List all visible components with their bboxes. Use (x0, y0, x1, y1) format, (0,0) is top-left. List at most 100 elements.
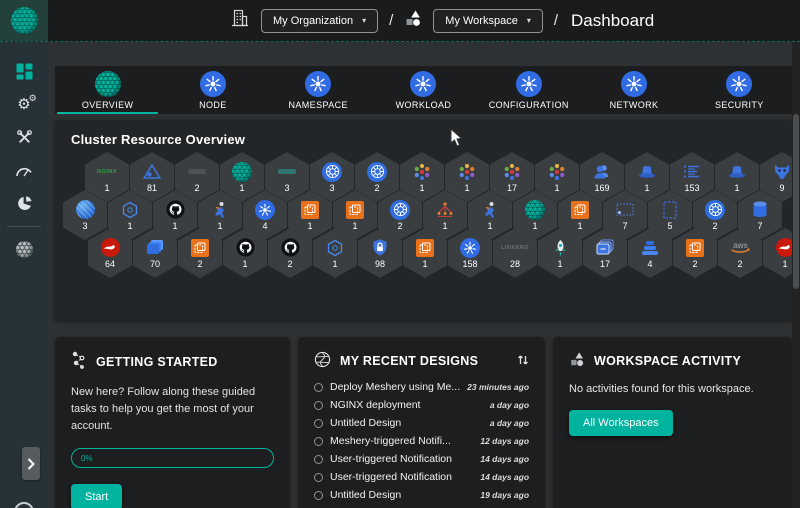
resource-count: 64 (105, 260, 115, 269)
resource-count: 2 (397, 222, 402, 231)
vertical-scrollbar (792, 42, 800, 508)
design-item[interactable]: Deploy Meshery using Me...23 minutes ago (314, 378, 529, 396)
resource-count: 2 (374, 184, 379, 193)
sidebar-item-performance[interactable] (0, 154, 48, 187)
help-icon[interactable]: ? (14, 502, 34, 508)
resource-count: 3 (284, 184, 289, 193)
workspace-activity-empty-message: No activities found for this workspace. (569, 383, 776, 395)
resource-count: 17 (507, 184, 517, 193)
breadcrumb-separator: / (389, 12, 393, 29)
blue-triangle-icon (143, 161, 161, 182)
workspace-dropdown[interactable]: My Workspace ▾ (433, 9, 543, 33)
card-title: GETTING STARTED (96, 355, 218, 369)
kubernetes-icon (305, 71, 331, 97)
design-item[interactable]: Untitled Design19 days ago (314, 486, 529, 504)
resource-count: 2 (287, 260, 292, 269)
design-item[interactable]: User-triggered Notification14 days ago (314, 468, 529, 486)
resource-count: 1 (172, 222, 177, 231)
cluster-resource-panel: Cluster Resource Overview NGINX181213321… (55, 120, 792, 321)
design-name: User-triggered Notification (330, 453, 473, 465)
github-icon (236, 237, 255, 258)
tab-node[interactable]: NODE (160, 66, 265, 114)
resource-count: 169 (594, 184, 609, 193)
resource-count: 1 (532, 222, 537, 231)
resource-count: 70 (150, 260, 160, 269)
page-title: Dashboard (571, 11, 654, 31)
meshery-logo[interactable] (0, 0, 48, 41)
start-button[interactable]: Start (71, 484, 122, 508)
left-sidebar: ⚙⚙ ? (0, 42, 48, 508)
helm-icon (322, 161, 342, 182)
helm-icon (367, 161, 387, 182)
sidebar-item-catalog[interactable] (0, 233, 48, 266)
design-item[interactable]: Untitled Designa day ago (314, 414, 529, 432)
workspace-activity-header: WORKSPACE ACTIVITY (569, 351, 776, 370)
sort-icon[interactable] (517, 354, 529, 369)
tab-network[interactable]: NETWORK (581, 66, 686, 114)
resource-count: 2 (692, 260, 697, 269)
resource-count: 7 (757, 222, 762, 231)
linkerd-wordmark-icon: LINKERD (501, 237, 529, 258)
hat-icon (638, 161, 656, 182)
design-time: 19 days ago (480, 490, 529, 500)
tab-overview[interactable]: OVERVIEW (55, 66, 160, 114)
resource-count: 1 (557, 260, 562, 269)
sidebar-item-configuration[interactable] (0, 121, 48, 154)
resource-count: 5 (667, 222, 672, 231)
resource-honeycomb: NGINX18121332111711691153193111411211117… (55, 152, 792, 266)
resource-count: 2 (737, 260, 742, 269)
meshery-icon (95, 71, 121, 97)
helm-icon (390, 199, 410, 220)
design-item[interactable]: NGINX deploymenta day ago (314, 396, 529, 414)
design-bullet-icon (314, 419, 323, 428)
organization-dropdown[interactable]: My Organization ▾ (261, 9, 378, 33)
tab-namespace[interactable]: NAMESPACE (266, 66, 371, 114)
sidebar-divider (7, 226, 41, 227)
workspace-icon (404, 9, 422, 32)
sidebar-expand-button[interactable] (22, 447, 40, 480)
meshery-logo-icon (11, 7, 38, 34)
tab-label: NAMESPACE (288, 100, 347, 110)
design-bullet-icon (314, 383, 323, 392)
design-name: NGINX deployment (330, 399, 483, 411)
sidebar-item-dashboard[interactable] (0, 55, 48, 88)
sidebar-item-lifecycle[interactable]: ⚙⚙ (0, 88, 48, 121)
getting-started-header: GETTING STARTED (71, 351, 274, 372)
redhat-icon (776, 237, 793, 258)
resource-count: 81 (147, 184, 157, 193)
resource-count: 1 (782, 260, 787, 269)
aws-icon: aws (729, 237, 752, 258)
blue-cards-icon (596, 237, 615, 258)
tab-security[interactable]: SECURITY (687, 66, 792, 114)
shield-lock-icon (372, 237, 388, 258)
tab-configuration[interactable]: CONFIGURATION (476, 66, 581, 114)
resource-count: 1 (577, 222, 582, 231)
color-dots-icon (413, 161, 431, 182)
design-bullet-icon (314, 491, 323, 500)
design-bullet-icon (314, 473, 323, 482)
progress-label: 0% (81, 454, 93, 463)
resource-count: 9 (779, 184, 784, 193)
resource-count: 1 (307, 222, 312, 231)
getting-started-card: GETTING STARTED New here? Follow along t… (55, 337, 290, 508)
design-name: User-triggered Notification (330, 471, 473, 483)
orange-square-icon (571, 199, 589, 220)
resource-count: 1 (554, 184, 559, 193)
meshery-icon (525, 199, 545, 220)
resource-count: 17 (600, 260, 610, 269)
github-icon (166, 199, 185, 220)
orange-square-icon (416, 237, 434, 258)
tab-workload[interactable]: WORKLOAD (371, 66, 476, 114)
recent-designs-list: Deploy Meshery using Me...23 minutes ago… (314, 378, 529, 504)
kubernetes-icon (516, 71, 542, 97)
design-item[interactable]: User-triggered Notification14 days ago (314, 450, 529, 468)
svg-text:aws: aws (733, 241, 748, 250)
resource-count: 1 (239, 184, 244, 193)
redhat-icon (101, 237, 120, 258)
all-workspaces-button[interactable]: All Workspaces (569, 410, 673, 436)
sidebar-item-extensions[interactable] (0, 187, 48, 220)
design-name: Meshery-triggered Notifi... (330, 435, 473, 447)
scrollbar-thumb[interactable] (793, 114, 799, 289)
resource-count: 1 (332, 260, 337, 269)
design-item[interactable]: Meshery-triggered Notifi...12 days ago (314, 432, 529, 450)
